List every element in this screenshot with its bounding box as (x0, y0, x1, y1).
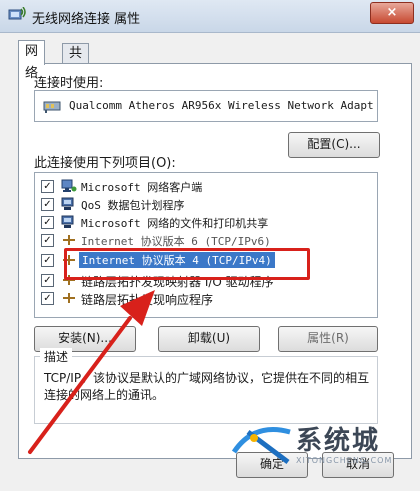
tab-network[interactable]: 网络 (18, 40, 46, 81)
properties-dialog: 无线网络连接 属性 × 网络 共享 连接时使用: Qualcomm Athero… (0, 0, 420, 491)
watermark-subtext: XITONGCHENG.COM (296, 456, 393, 465)
watermark-text: 系统城 (296, 426, 381, 456)
